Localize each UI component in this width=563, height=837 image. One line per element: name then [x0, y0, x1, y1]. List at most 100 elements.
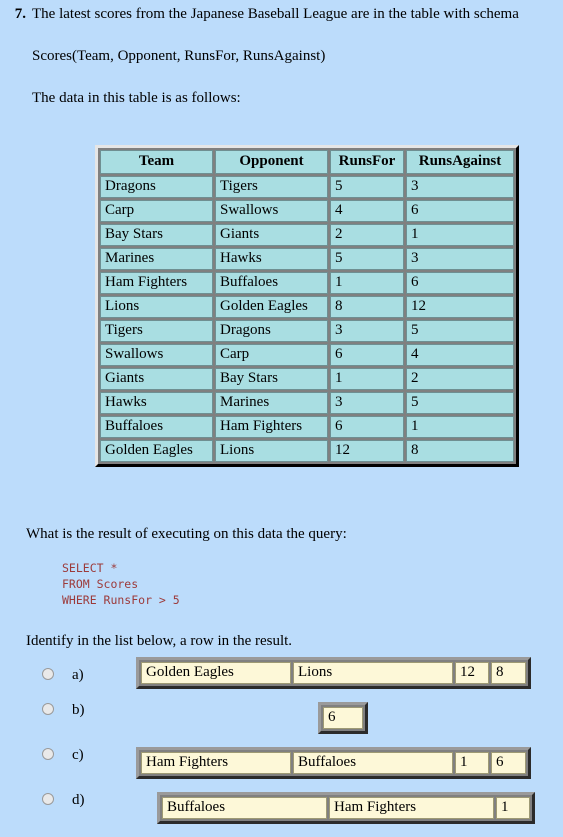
cell-team: Golden Eagles: [100, 440, 213, 462]
table-row: 6: [323, 707, 363, 729]
table-row: Ham Fighters Buffaloes 1 6: [100, 272, 514, 294]
column-header-runsfor: RunsFor: [330, 150, 404, 174]
cell-opponent: Dragons: [215, 320, 328, 342]
scores-table-body: Dragons Tigers 5 3 Carp Swallows 4 6 Bay Stars Gi…: [100, 176, 514, 462]
question-stem-row: 7. The latest scores from the Japanese B…: [0, 0, 563, 24]
option-a-control[interactable]: a): [42, 668, 84, 683]
cell-opponent: Bay Stars: [215, 368, 328, 390]
table-row: Marines Hawks 5 3: [100, 248, 514, 270]
scores-table-wrapper: Team Opponent RunsFor RunsAgainst Dragon…: [95, 145, 519, 467]
cell-team: Ham Fighters: [100, 272, 213, 294]
identify-instruction-text: Identify in the list below, a row in the…: [26, 633, 293, 649]
cell-runsfor: 5: [330, 248, 404, 270]
option-a-table: Golden Eagles Lions 12 8: [136, 657, 531, 689]
option-c-cell-opponent: Buffaloes: [293, 752, 453, 774]
sql-query-text: SELECT * FROM Scores WHERE RunsFor > 5: [62, 561, 180, 607]
radio-option-b[interactable]: [42, 703, 54, 715]
table-row: Hawks Marines 3 5: [100, 392, 514, 414]
cell-opponent: Golden Eagles: [215, 296, 328, 318]
option-a-cell-runsfor: 12: [455, 662, 489, 684]
option-a-cell-team: Golden Eagles: [141, 662, 291, 684]
cell-runsfor: 3: [330, 320, 404, 342]
column-header-opponent: Opponent: [215, 150, 328, 174]
cell-runsagainst: 12: [406, 296, 514, 318]
cell-opponent: Swallows: [215, 200, 328, 222]
scores-table-head: Team Opponent RunsFor RunsAgainst: [100, 150, 514, 174]
table-row: Dragons Tigers 5 3: [100, 176, 514, 198]
cell-team: Lions: [100, 296, 213, 318]
cell-runsagainst: 4: [406, 344, 514, 366]
cell-runsfor: 8: [330, 296, 404, 318]
option-b-table: 6: [318, 702, 368, 734]
cell-team: Giants: [100, 368, 213, 390]
cell-runsagainst: 6: [406, 272, 514, 294]
scores-table: Team Opponent RunsFor RunsAgainst Dragon…: [95, 145, 519, 467]
table-row: Golden Eagles Lions 12 8: [100, 440, 514, 462]
option-d-cell-opponent: Ham Fighters: [329, 797, 494, 819]
cell-runsagainst: 3: [406, 248, 514, 270]
cell-opponent: Giants: [215, 224, 328, 246]
cell-opponent: Hawks: [215, 248, 328, 270]
option-c-table: Ham Fighters Buffaloes 1 6: [136, 747, 531, 779]
radio-option-d[interactable]: [42, 793, 54, 805]
table-row: Bay Stars Giants 2 1: [100, 224, 514, 246]
table-row: Giants Bay Stars 1 2: [100, 368, 514, 390]
table-row: Buffaloes Ham Fighters 1: [162, 797, 530, 819]
cell-opponent: Marines: [215, 392, 328, 414]
cell-team: Swallows: [100, 344, 213, 366]
option-c-cell-runsfor: 1: [455, 752, 489, 774]
option-d-letter: d): [72, 792, 85, 808]
cell-runsfor: 3: [330, 392, 404, 414]
option-b-cell-value: 6: [323, 707, 363, 729]
table-row: Swallows Carp 6 4: [100, 344, 514, 366]
cell-team: Tigers: [100, 320, 213, 342]
column-header-team: Team: [100, 150, 213, 174]
option-c-cell-runsagainst: 6: [491, 752, 526, 774]
option-b-control[interactable]: b): [42, 703, 85, 718]
cell-opponent: Buffaloes: [215, 272, 328, 294]
cell-runsagainst: 5: [406, 392, 514, 414]
cell-runsagainst: 1: [406, 416, 514, 438]
cell-team: Hawks: [100, 392, 213, 414]
option-d-table: Buffaloes Ham Fighters 1: [157, 792, 535, 824]
cell-team: Dragons: [100, 176, 213, 198]
schema-row: Scores(Team, Opponent, RunsFor, RunsAgai…: [0, 24, 563, 66]
option-a-cell-opponent: Lions: [293, 662, 453, 684]
cell-opponent: Carp: [215, 344, 328, 366]
data-intro-row: The data in this table is as follows:: [0, 66, 563, 108]
cell-runsfor: 6: [330, 344, 404, 366]
cell-runsagainst: 3: [406, 176, 514, 198]
option-c-cell-team: Ham Fighters: [141, 752, 291, 774]
option-d-control[interactable]: d): [42, 793, 85, 808]
cell-runsfor: 4: [330, 200, 404, 222]
cell-runsfor: 5: [330, 176, 404, 198]
cell-opponent: Lions: [215, 440, 328, 462]
option-c-letter: c): [72, 747, 84, 763]
cell-team: Carp: [100, 200, 213, 222]
cell-runsfor: 1: [330, 272, 404, 294]
scores-table-header-row: Team Opponent RunsFor RunsAgainst: [100, 150, 514, 174]
cell-runsagainst: 5: [406, 320, 514, 342]
option-c-control[interactable]: c): [42, 748, 84, 763]
schema-text: Scores(Team, Opponent, RunsFor, RunsAgai…: [32, 48, 326, 64]
cell-runsfor: 6: [330, 416, 404, 438]
cell-team: Buffaloes: [100, 416, 213, 438]
cell-runsfor: 12: [330, 440, 404, 462]
table-row: Ham Fighters Buffaloes 1 6: [141, 752, 526, 774]
cell-runsfor: 1: [330, 368, 404, 390]
cell-opponent: Ham Fighters: [215, 416, 328, 438]
cell-runsagainst: 1: [406, 224, 514, 246]
option-a-letter: a): [72, 667, 84, 683]
query-intro-text: What is the result of executing on this …: [26, 526, 347, 542]
cell-team: Bay Stars: [100, 224, 213, 246]
question-block: 7. The latest scores from the Japanese B…: [0, 0, 563, 108]
table-row: Tigers Dragons 3 5: [100, 320, 514, 342]
cell-runsagainst: 8: [406, 440, 514, 462]
radio-option-a[interactable]: [42, 668, 54, 680]
question-number: 7.: [14, 6, 26, 22]
radio-option-c[interactable]: [42, 748, 54, 760]
cell-opponent: Tigers: [215, 176, 328, 198]
option-d-cell-team: Buffaloes: [162, 797, 327, 819]
column-header-runsagainst: RunsAgainst: [406, 150, 514, 174]
option-a-cell-runsagainst: 8: [491, 662, 526, 684]
